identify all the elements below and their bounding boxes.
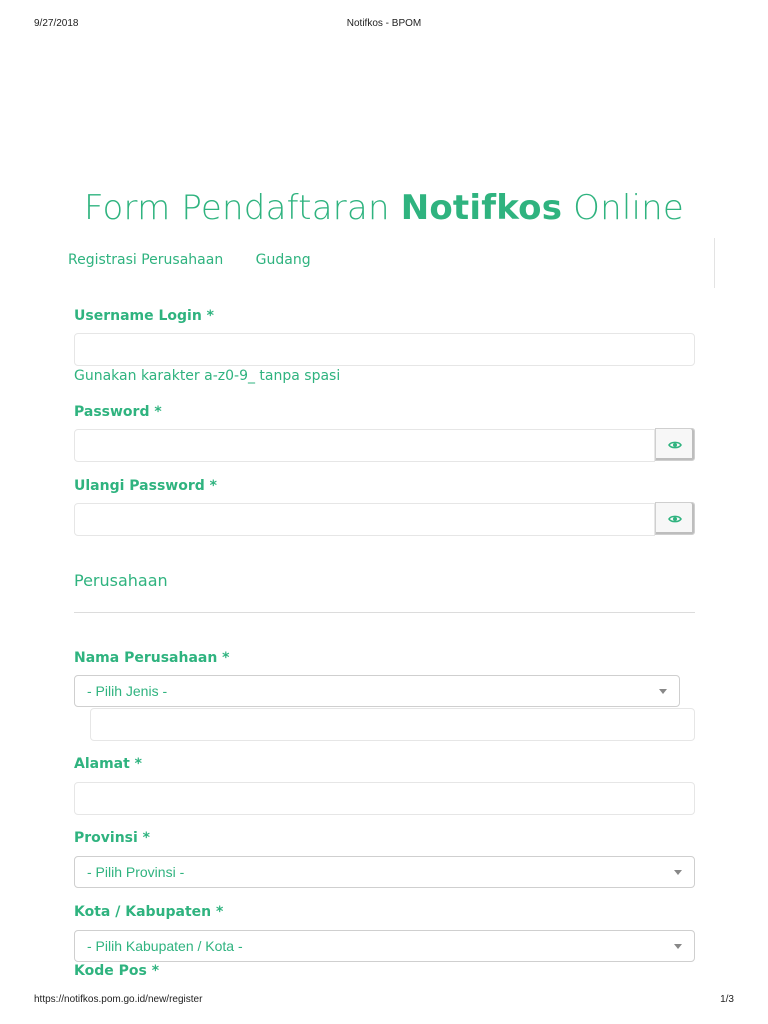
city-select[interactable]: - Pilih Kabupaten / Kota -	[74, 930, 695, 962]
password-repeat-input[interactable]	[74, 503, 655, 536]
caret-down-icon	[674, 870, 682, 875]
username-input[interactable]	[74, 333, 695, 366]
province-label: Provinsi *	[74, 830, 151, 846]
company-name-label: Nama Perusahaan *	[74, 650, 230, 666]
city-label: Kota / Kabupaten *	[74, 904, 224, 920]
company-type-select-value: - Pilih Jenis -	[87, 683, 168, 699]
company-type-select[interactable]: - Pilih Jenis -	[74, 675, 680, 707]
eye-icon	[668, 441, 682, 448]
postal-code-label: Kode Pos *	[74, 963, 160, 979]
tab-gudang[interactable]: Gudang	[256, 252, 311, 268]
username-help-text: Gunakan karakter a-z0-9_ tanpa spasi	[74, 368, 341, 384]
print-url: https://notifkos.pom.go.id/new/register	[34, 994, 203, 1005]
caret-down-icon	[674, 944, 682, 949]
username-label: Username Login *	[74, 308, 214, 324]
print-header: 9/27/2018 Notifkos - BPOM	[0, 18, 768, 32]
registration-tabs: Registrasi Perusahaan Gudang	[68, 252, 339, 268]
password-repeat-label: Ulangi Password *	[74, 478, 217, 494]
address-label: Alamat *	[74, 756, 143, 772]
vertical-divider	[714, 238, 715, 288]
section-divider	[74, 612, 695, 613]
address-input[interactable]	[74, 782, 695, 815]
print-footer: https://notifkos.pom.go.id/new/register …	[0, 994, 768, 1008]
company-name-input[interactable]	[90, 708, 695, 741]
print-page-title: Notifkos - BPOM	[346, 18, 422, 29]
city-select-value: - Pilih Kabupaten / Kota -	[87, 938, 243, 954]
province-select-value: - Pilih Provinsi -	[87, 864, 185, 880]
section-perusahaan-title: Perusahaan	[74, 571, 168, 590]
form-title-suffix: Online	[562, 188, 685, 228]
form-title: Form Pendaftaran Notifkos Online	[0, 188, 768, 228]
eye-icon	[668, 515, 682, 522]
print-page-number: 1/3	[720, 994, 734, 1005]
province-select[interactable]: - Pilih Provinsi -	[74, 856, 695, 888]
password-input[interactable]	[74, 429, 655, 462]
password-label: Password *	[74, 404, 162, 420]
form-title-brand: Notifkos	[400, 188, 563, 228]
caret-down-icon	[659, 689, 667, 694]
password-repeat-visibility-toggle[interactable]	[655, 502, 695, 535]
password-visibility-toggle[interactable]	[655, 428, 695, 461]
tab-registrasi-perusahaan[interactable]: Registrasi Perusahaan	[68, 252, 223, 268]
form-title-prefix: Form Pendaftaran	[83, 188, 401, 228]
